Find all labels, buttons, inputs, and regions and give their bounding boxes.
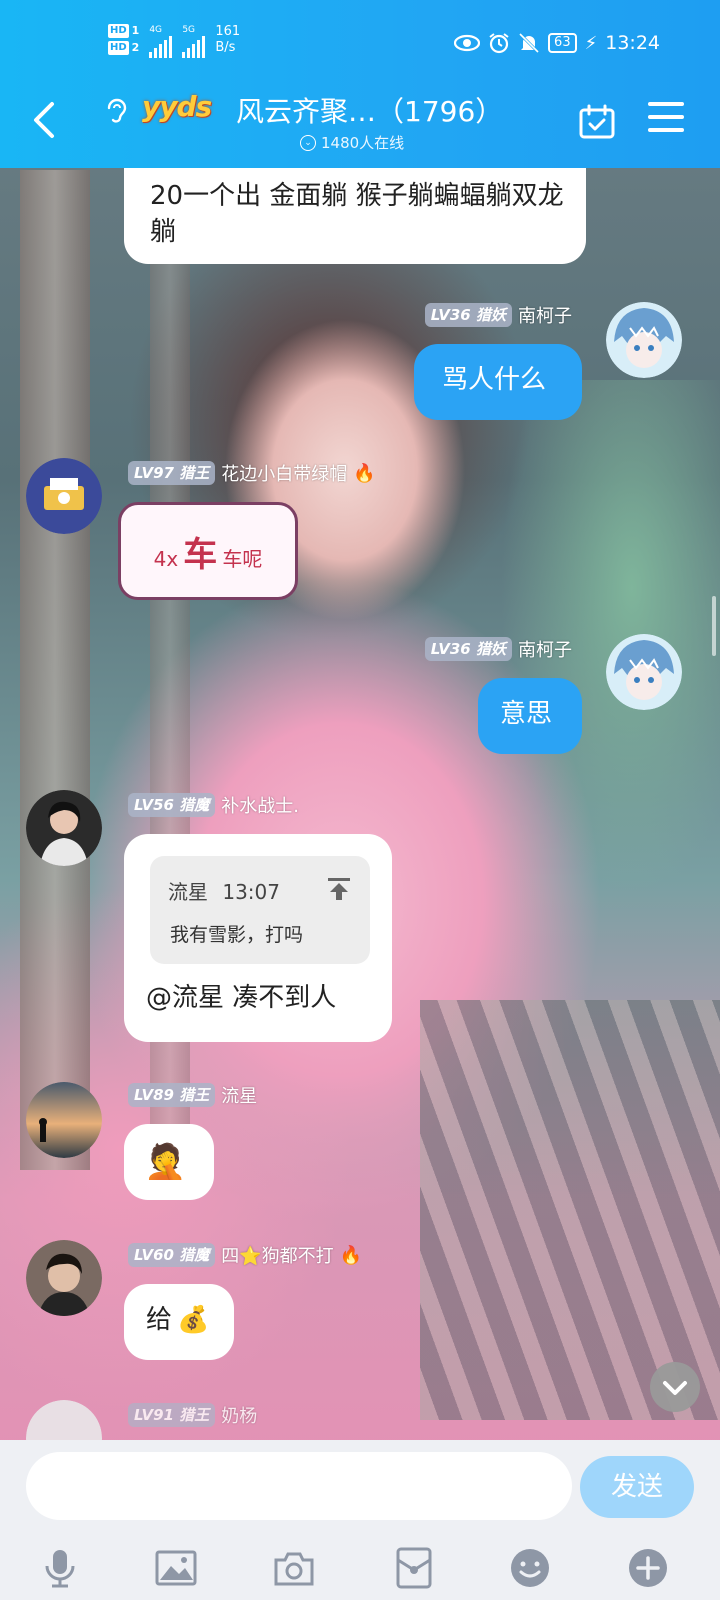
- scrollbar[interactable]: [712, 596, 716, 656]
- message-text: 20一个出 金面躺 猴子躺蝙蝠躺双龙躺: [150, 181, 564, 247]
- message-bubble[interactable]: 骂人什么: [414, 344, 582, 420]
- alarm-icon: [489, 33, 509, 54]
- sticker-text: 车: [183, 535, 218, 575]
- sender-meta: LV56 猎魔 补水战士.: [128, 792, 299, 818]
- charging-icon: ⚡: [584, 32, 598, 54]
- level-badge: LV36 猎妖: [424, 637, 512, 661]
- avatar[interactable]: [26, 1082, 102, 1158]
- avatar[interactable]: [606, 634, 682, 710]
- mic-icon[interactable]: [38, 1546, 82, 1590]
- eye-icon: [454, 34, 481, 52]
- menu-icon[interactable]: [648, 102, 684, 136]
- message-text: @流星 凑不到人: [146, 983, 337, 1013]
- ear-icon[interactable]: [104, 96, 128, 126]
- online-count[interactable]: ⌄ 1480人在线: [300, 132, 404, 153]
- level-badge: LV56 猎魔: [128, 793, 216, 817]
- signal-4g-icon: 4G: [149, 24, 173, 58]
- message-text: 给: [146, 1305, 173, 1335]
- chevron-down-icon: ⌄: [300, 134, 316, 151]
- sender-meta: LV60 猎魔 四⭐狗都不打 🔥: [128, 1242, 362, 1268]
- network-speed: 161 B/s: [215, 24, 241, 55]
- quoted-message[interactable]: 流星 13:07 我有雪影，打吗: [150, 856, 370, 964]
- message-bubble[interactable]: 20一个出 金面躺 猴子躺蝙蝠躺双龙躺: [124, 168, 586, 264]
- scroll-to-bottom-button[interactable]: [650, 1362, 700, 1412]
- battery-indicator: 63: [548, 33, 577, 53]
- quote-user: 流星: [168, 880, 208, 904]
- sender-meta: LV36 猎妖 南柯子: [424, 636, 572, 662]
- quote-time: 13:07: [222, 880, 280, 904]
- message-bubble[interactable]: 意思: [478, 678, 582, 754]
- message-bubble[interactable]: 给 💰: [124, 1284, 234, 1360]
- group-logo: yyds: [142, 90, 212, 123]
- back-arrow-icon[interactable]: [26, 98, 62, 142]
- sticker-message[interactable]: 4x 车 车呢: [118, 502, 298, 600]
- sender-name[interactable]: 花边小白带绿帽: [221, 460, 347, 486]
- hd-indicator-2: HD 2: [108, 41, 140, 55]
- facepalm-emoji-icon: 🤦: [144, 1142, 187, 1182]
- camera-icon[interactable]: [272, 1546, 316, 1590]
- header-bar: HD 1 HD 2 4G 5G 161 B/s 63 ⚡ 13:24 yyds …: [0, 0, 720, 168]
- avatar[interactable]: [606, 302, 682, 378]
- message-text: 意思: [500, 699, 553, 729]
- mute-bell-icon: [518, 32, 540, 54]
- input-area: 发送: [0, 1440, 720, 1600]
- signal-5g-icon: 5G: [182, 24, 206, 58]
- sender-name[interactable]: 四⭐狗都不打: [221, 1242, 333, 1268]
- sender-name[interactable]: 南柯子: [518, 302, 572, 328]
- sender-name[interactable]: 奶杨: [221, 1402, 257, 1428]
- status-bar: HD 1 HD 2 4G 5G 161 B/s 63 ⚡ 13:24: [0, 0, 720, 88]
- hd-indicator-1: HD 1: [108, 24, 140, 38]
- message-text: 骂人什么: [442, 365, 547, 395]
- avatar[interactable]: [26, 1240, 102, 1316]
- send-button[interactable]: 发送: [580, 1456, 694, 1518]
- avatar[interactable]: [26, 1400, 102, 1440]
- level-badge: LV60 猎魔: [128, 1243, 216, 1267]
- sticker-text: 车呢: [222, 547, 263, 571]
- sender-meta: LV91 猎王 奶杨: [128, 1402, 257, 1428]
- avatar[interactable]: [26, 458, 102, 534]
- level-badge: LV97 猎王: [128, 461, 216, 485]
- sender-name[interactable]: 补水战士.: [221, 792, 299, 818]
- sender-name[interactable]: 南柯子: [518, 636, 572, 662]
- status-time: 13:24: [605, 32, 660, 54]
- red-packet-icon[interactable]: [392, 1546, 436, 1590]
- sticker-text: 4x: [153, 547, 179, 571]
- sender-meta: LV97 猎王 花边小白带绿帽 🔥: [128, 460, 376, 486]
- fire-icon: 🔥: [339, 1244, 363, 1266]
- chat-list[interactable]: 20一个出 金面躺 猴子躺蝙蝠躺双龙躺 LV36 猎妖 南柯子 骂人什么 LV9…: [0, 168, 720, 1440]
- sender-meta: LV36 猎妖 南柯子: [424, 302, 572, 328]
- quote-text: 我有雪影，打吗: [170, 924, 304, 946]
- level-badge: LV89 猎王: [128, 1083, 216, 1107]
- level-badge: LV91 猎王: [128, 1403, 216, 1427]
- message-bubble[interactable]: 🤦: [124, 1124, 214, 1200]
- image-icon[interactable]: [154, 1546, 198, 1590]
- avatar[interactable]: [26, 790, 102, 866]
- level-badge: LV36 猎妖: [424, 303, 512, 327]
- sender-name[interactable]: 流星: [221, 1082, 257, 1108]
- jump-to-top-icon[interactable]: [326, 876, 352, 902]
- calendar-icon[interactable]: [578, 104, 616, 140]
- group-title[interactable]: 风云齐聚…（1796）: [236, 90, 503, 130]
- plus-icon[interactable]: [626, 1546, 670, 1590]
- fire-icon: 🔥: [353, 462, 376, 484]
- message-input[interactable]: [26, 1452, 572, 1520]
- sender-meta: LV89 猎王 流星: [128, 1082, 257, 1108]
- money-bag-icon: 💰: [177, 1305, 210, 1335]
- emoji-icon[interactable]: [508, 1546, 552, 1590]
- chat-toolbar: [0, 1536, 720, 1600]
